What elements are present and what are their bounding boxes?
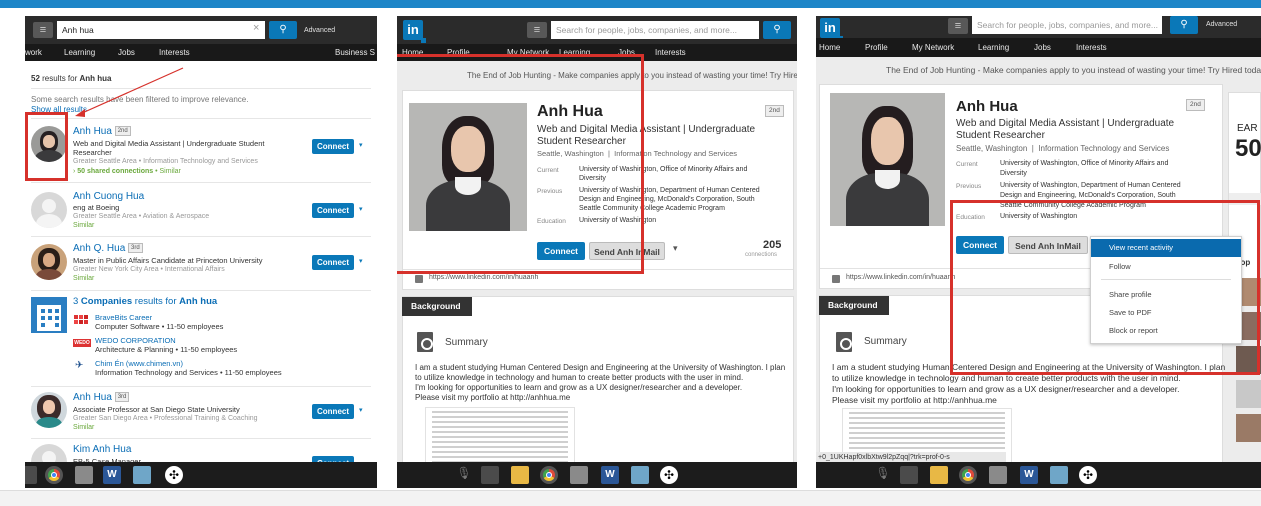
search-button[interactable]: ⚲ [763, 21, 791, 39]
profile-location: Seattle, Washington [956, 144, 1028, 153]
degree-badge: 2nd [1186, 99, 1205, 111]
promo-banner[interactable]: The End of Job Hunting - Make companies … [886, 65, 1261, 75]
top-nav: Home Profile My Network Learning Jobs In… [816, 38, 1261, 57]
chrome-icon[interactable] [540, 466, 558, 484]
bottom-strip [0, 490, 1261, 506]
slack-icon[interactable]: ✣ [165, 466, 183, 484]
current-position: University of Washington, Office of Mino… [1000, 160, 1169, 167]
profile-headline-cont: Student Researcher [956, 130, 1045, 141]
slack-icon[interactable]: ✣ [660, 466, 678, 484]
advanced-search-link[interactable]: Advanced [1206, 17, 1237, 33]
menu-icon[interactable]: ≡ [527, 22, 547, 38]
chrome-icon[interactable] [959, 466, 977, 484]
background-tab[interactable]: Background [819, 296, 889, 315]
menu-icon[interactable]: ≡ [948, 18, 968, 34]
search-input[interactable]: Search for people, jobs, companies, and … [972, 16, 1162, 34]
search-icon: ⚲ [773, 24, 781, 35]
connections-count: 205 [763, 239, 782, 251]
connections-label: connections [745, 252, 778, 258]
linkedin-logo[interactable]: in [820, 18, 843, 41]
previous-position-cont: Design and Engineering, McDonald's Corpo… [1000, 192, 1176, 199]
taskbar: 🎙 W ✣ [816, 462, 1261, 488]
person-thumbnail[interactable] [1236, 414, 1261, 442]
ad-number: 50 [1235, 135, 1261, 162]
summary-text: I am a student studying Human Centered D… [415, 363, 786, 372]
previous-position: University of Washington, Department of … [1000, 182, 1181, 189]
highlight-box [397, 54, 644, 274]
summary-text: to utilize knowledge in technology and h… [415, 373, 744, 382]
word-icon[interactable]: W [1020, 466, 1038, 484]
person-thumbnail[interactable] [1236, 380, 1261, 408]
degree-badge: 2nd [765, 105, 784, 117]
search-input[interactable]: Search for people, jobs, companies, and … [551, 21, 759, 39]
taskbar-view-icon[interactable] [25, 466, 37, 484]
chrome-icon[interactable] [45, 466, 63, 484]
app-icon[interactable] [631, 466, 649, 484]
ad-text: EAR [1237, 123, 1258, 134]
microphone-icon[interactable]: 🎙 [874, 466, 892, 484]
app-icon[interactable] [989, 466, 1007, 484]
nav-item-profile[interactable]: Profile [865, 38, 888, 57]
word-icon[interactable]: W [103, 466, 121, 484]
current-position-cont: Diversity [1000, 170, 1027, 177]
taskbar-view-icon[interactable] [481, 466, 499, 484]
background-tab[interactable]: Background [402, 297, 472, 316]
background-card: Background Summary I am a student studyi… [402, 296, 794, 468]
linkedin-small-icon [832, 275, 840, 283]
search-icon: ⚲ [1180, 19, 1188, 30]
folder-icon[interactable] [930, 466, 948, 484]
search-results-panel: ≡ Anh hua × ⚲ Advanced work Learning Job… [25, 16, 377, 488]
linkedin-small-icon [415, 275, 423, 283]
word-icon[interactable]: W [601, 466, 619, 484]
search-bar: in ≡ Search for people, jobs, companies,… [397, 16, 797, 44]
taskbar-view-icon[interactable] [900, 466, 918, 484]
summary-icon [836, 332, 852, 352]
nav-item-network[interactable]: My Network [912, 38, 954, 57]
profile-name: Anh Hua [956, 98, 1018, 115]
slack-icon[interactable]: ✣ [1079, 466, 1097, 484]
app-icon[interactable] [133, 466, 151, 484]
linkedin-logo[interactable]: in [403, 20, 426, 43]
summary-text: I'm looking for opportunities to learn a… [415, 383, 743, 392]
profile-location-line: Seattle, Washington | Information Techno… [956, 144, 1170, 153]
profile-menu-panel: in ≡ Search for people, jobs, companies,… [816, 16, 1261, 488]
summary-title: Summary [864, 336, 907, 347]
app-icon[interactable] [1050, 466, 1068, 484]
resume-thumbnail[interactable] [425, 407, 575, 468]
more-actions-chevron-icon[interactable]: ▾ [673, 243, 678, 254]
summary-text: I'm looking for opportunities to learn a… [832, 384, 1180, 394]
profile-panel: in ≡ Search for people, jobs, companies,… [397, 16, 797, 488]
app-icon[interactable] [570, 466, 588, 484]
profile-headline: Web and Digital Media Assistant | Underg… [956, 118, 1175, 129]
nav-item-interests[interactable]: Interests [1076, 38, 1107, 57]
profile-url[interactable]: https://www.linkedin.com/in/huaanh [846, 274, 955, 281]
annotation-arrow [75, 67, 184, 117]
folder-icon[interactable] [511, 466, 529, 484]
profile-url[interactable]: https://www.linkedin.com/in/huaanh [429, 274, 538, 281]
summary-title: Summary [445, 337, 488, 348]
nav-item-learning[interactable]: Learning [978, 38, 1009, 57]
highlight-box [950, 200, 1260, 375]
search-button[interactable]: ⚲ [1170, 16, 1198, 34]
microphone-icon[interactable]: 🎙 [455, 466, 473, 484]
arrow-head [75, 109, 85, 117]
app-icon[interactable] [75, 466, 93, 484]
summary-icon [417, 332, 433, 352]
nav-item-home[interactable]: Home [819, 38, 840, 57]
nav-item-jobs[interactable]: Jobs [1034, 38, 1051, 57]
profile-photo[interactable] [830, 93, 945, 226]
summary-text: Please visit my portfolio at http://anhh… [415, 393, 571, 402]
taskbar: W ✣ [25, 462, 377, 488]
taskbar: 🎙 W ✣ [397, 462, 797, 488]
current-label: Current [956, 161, 978, 168]
profile-industry: Information Technology and Services [1038, 144, 1170, 153]
summary-text: Please visit my portfolio at http://anhh… [832, 395, 997, 405]
arrow-line [79, 67, 184, 115]
previous-label: Previous [956, 183, 982, 190]
nav-item-interests[interactable]: Interests [655, 44, 686, 61]
top-accent-bar [0, 0, 1261, 8]
